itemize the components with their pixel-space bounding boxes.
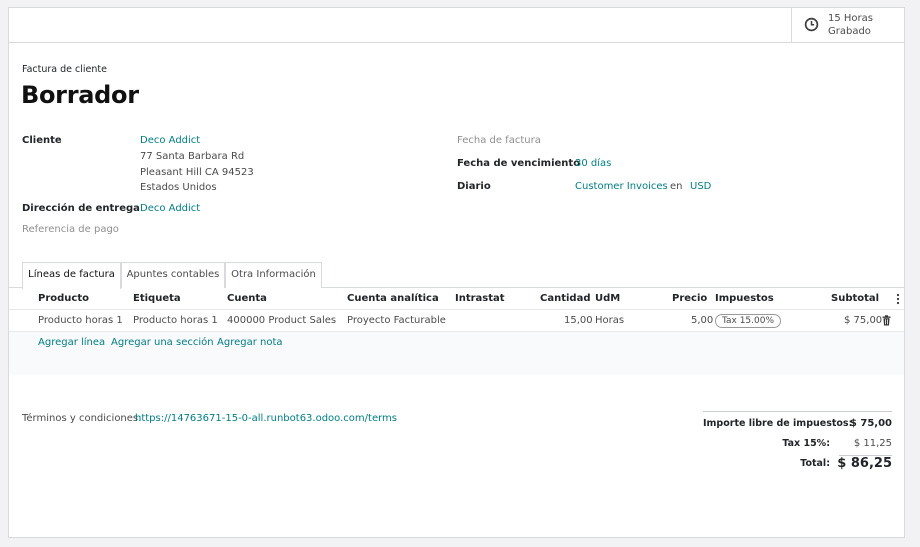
smart-button-bar: 15 Horas Grabado [9,8,904,43]
add-note-link[interactable]: Agregar nota [217,337,283,348]
cell-cuenta: 400000 Product Sales [227,315,337,326]
tax-badge: Tax 15.00% [715,314,782,328]
col-subtotal[interactable]: Subtotal [831,293,879,304]
entrega-label: Dirección de entrega [22,203,140,214]
untaxed-label: Importe libre de impuestos: [703,418,853,429]
terms-link[interactable]: https://14763671-15-0-all.runbot63.odoo.… [135,413,397,424]
add-section-link[interactable]: Agregar una sección [111,337,214,348]
timesheet-status: Grabado [828,26,871,37]
terms-label: Términos y condiciones: [22,413,142,424]
cliente-link[interactable]: Deco Addict [140,135,200,146]
cell-etiqueta: Producto horas 1 [133,315,218,326]
address-line-2: Pleasant Hill CA 94523 [140,167,254,178]
cell-cuenta-analitica: Proyecto Facturable [347,315,446,326]
add-line-link[interactable]: Agregar línea [38,337,105,348]
total-value: $ 86,25 [837,456,892,471]
trash-icon[interactable] [882,315,891,326]
cell-precio: 5,00 [691,315,714,326]
col-cuenta-analitica[interactable]: Cuenta analítica [347,293,439,304]
tab-otra-informacion[interactable]: Otra Información [225,262,322,288]
clock-icon [804,17,819,32]
col-precio[interactable]: Precio [672,293,707,304]
cell-subtotal: $ 75,00 [844,315,883,326]
timesheet-smart-button[interactable]: 15 Horas Grabado [791,8,904,42]
total-label: Total: [800,458,830,469]
address-line-1: 77 Santa Barbara Rd [140,151,245,162]
diario-en-text: en [670,181,683,192]
col-producto[interactable]: Producto [38,293,89,304]
address-line-3: Estados Unidos [140,182,217,193]
col-cuenta[interactable]: Cuenta [227,293,267,304]
page-title: Borrador [21,81,139,109]
vencimiento-value[interactable]: 30 días [575,158,611,169]
invoice-form-sheet: 15 Horas Grabado Factura de cliente Borr… [8,7,905,538]
untaxed-value: $ 75,00 [849,418,892,429]
entrega-link[interactable]: Deco Addict [140,203,200,214]
totals-top-divider [703,411,892,412]
referencia-pago-label: Referencia de pago [22,224,119,235]
col-impuestos[interactable]: Impuestos [715,293,774,304]
document-type: Factura de cliente [22,64,107,75]
cliente-label: Cliente [22,135,62,146]
col-cantidad[interactable]: Cantidad [540,293,590,304]
tab-apuntes-contables[interactable]: Apuntes contables [121,262,225,288]
timesheet-hours: 15 Horas [828,13,873,24]
cell-cantidad: 15,00 [564,315,593,326]
col-etiqueta[interactable]: Etiqueta [133,293,181,304]
currency-link[interactable]: USD [690,181,711,192]
tab-lineas-factura[interactable]: Líneas de factura [22,262,121,289]
fecha-factura-label: Fecha de factura [457,135,541,146]
optional-columns-icon[interactable] [896,293,900,305]
diario-link[interactable]: Customer Invoices [575,181,668,192]
tax-value: $ 11,25 [853,438,892,449]
col-udm[interactable]: UdM [595,293,620,304]
col-intrastat[interactable]: Intrastat [455,293,505,304]
diario-label: Diario [457,181,491,192]
cell-udm: Horas [595,315,625,326]
vencimiento-label: Fecha de vencimiento [457,158,581,169]
tax-label: Tax 15%: [782,438,830,449]
empty-row [9,353,904,375]
cell-producto: Producto horas 1 [38,315,123,326]
